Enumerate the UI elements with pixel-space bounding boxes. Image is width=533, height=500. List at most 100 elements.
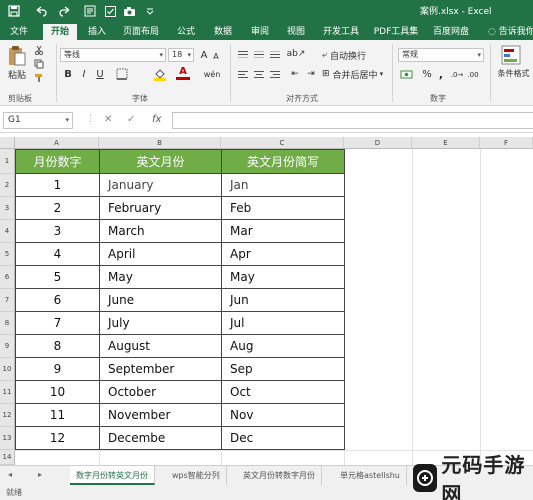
- cell-english-month[interactable]: April: [99, 242, 222, 266]
- paste-icon[interactable]: [6, 44, 28, 68]
- cell-month-number[interactable]: 1: [15, 173, 100, 197]
- cell-month-number[interactable]: 9: [15, 357, 100, 381]
- tell-me-search[interactable]: ◌ 告诉我你: [488, 24, 533, 40]
- align-top-icon[interactable]: [236, 48, 250, 60]
- align-right-icon[interactable]: [268, 68, 282, 80]
- underline-button[interactable]: U: [94, 67, 106, 81]
- align-left-icon[interactable]: [236, 68, 250, 80]
- row-header[interactable]: 4: [0, 220, 15, 243]
- cell-english-abbr[interactable]: Apr: [221, 242, 345, 266]
- camera-icon[interactable]: [121, 3, 137, 19]
- cell-english-abbr[interactable]: Aug: [221, 334, 345, 358]
- fill-color-icon[interactable]: [152, 67, 168, 81]
- row-header[interactable]: 2: [0, 174, 15, 197]
- row-header[interactable]: 9: [0, 335, 15, 358]
- cell-english-abbr[interactable]: Feb: [221, 196, 345, 220]
- tab-page-layout[interactable]: 页面布局: [118, 24, 164, 40]
- cell-english-month[interactable]: November: [99, 403, 222, 427]
- sheet-tab-wps-split[interactable]: wps智能分列: [166, 466, 227, 485]
- row-header[interactable]: 3: [0, 197, 15, 220]
- column-header-f[interactable]: F: [480, 137, 533, 149]
- cell-month-number[interactable]: 12: [15, 426, 100, 450]
- cell-english-abbr[interactable]: Jan: [221, 173, 345, 197]
- row-header[interactable]: 14: [0, 450, 15, 465]
- borders-icon[interactable]: [114, 67, 130, 81]
- format-painter-icon[interactable]: [32, 72, 46, 84]
- header-cell-month-number[interactable]: 月份数字: [15, 149, 100, 174]
- select-all-corner[interactable]: [0, 137, 15, 149]
- conditional-format-button[interactable]: 条件格式: [494, 67, 533, 79]
- form-icon[interactable]: [82, 3, 98, 19]
- wrap-text-button[interactable]: ⤶ 自动换行: [322, 48, 378, 62]
- insert-function-button[interactable]: fx: [152, 114, 161, 125]
- cell-english-abbr[interactable]: Sep: [221, 357, 345, 381]
- font-name-select[interactable]: 等线 ▾: [60, 48, 166, 62]
- cell-english-month[interactable]: July: [99, 311, 222, 335]
- cell-month-number[interactable]: 2: [15, 196, 100, 220]
- scroll-right-icon[interactable]: ▸: [38, 470, 42, 479]
- cell-month-number[interactable]: 11: [15, 403, 100, 427]
- font-size-select[interactable]: 18 ▾: [168, 48, 194, 62]
- phonetic-icon[interactable]: wén: [204, 67, 221, 81]
- tab-data[interactable]: 数据: [208, 24, 238, 40]
- customize-qat-icon[interactable]: [144, 3, 156, 19]
- cell-english-abbr[interactable]: May: [221, 265, 345, 289]
- column-header-d[interactable]: D: [344, 137, 412, 149]
- cell-english-abbr[interactable]: Oct: [221, 380, 345, 404]
- increase-indent-icon[interactable]: ⇥: [304, 68, 318, 80]
- cell-english-month[interactable]: Decembe: [99, 426, 222, 450]
- comma-button[interactable]: ,: [436, 68, 446, 81]
- cell-english-month[interactable]: September: [99, 357, 222, 381]
- copy-icon[interactable]: [32, 58, 46, 70]
- cell-english-month[interactable]: June: [99, 288, 222, 312]
- tab-insert[interactable]: 插入: [82, 24, 112, 40]
- grow-font-icon[interactable]: A: [198, 48, 210, 62]
- redo-icon[interactable]: [56, 3, 74, 19]
- cell-month-number[interactable]: 8: [15, 334, 100, 358]
- orientation-icon[interactable]: ab↗: [287, 47, 306, 61]
- cell-month-number[interactable]: 4: [15, 242, 100, 266]
- scroll-left-icon[interactable]: ◂: [8, 470, 12, 479]
- tab-view[interactable]: 视图: [281, 24, 311, 40]
- font-color-button[interactable]: A: [176, 66, 190, 80]
- sheet-tab-english-to-number[interactable]: 英文月份转数字月份: [237, 466, 322, 485]
- tab-review[interactable]: 审阅: [245, 24, 275, 40]
- cell-month-number[interactable]: 10: [15, 380, 100, 404]
- header-cell-english-month[interactable]: 英文月份: [99, 149, 222, 174]
- header-cell-english-abbr[interactable]: 英文月份简写: [221, 149, 345, 174]
- name-box[interactable]: G1 ▾: [3, 112, 73, 129]
- align-middle-icon[interactable]: [252, 48, 266, 60]
- undo-icon[interactable]: [30, 3, 52, 19]
- cell-month-number[interactable]: 3: [15, 219, 100, 243]
- sheet-tab-cell-format[interactable]: 单元格astellshu: [334, 466, 407, 485]
- tab-formulas[interactable]: 公式: [172, 24, 200, 40]
- column-header-a[interactable]: A: [15, 137, 99, 149]
- decrease-indent-icon[interactable]: ⇤: [288, 68, 302, 80]
- paste-button[interactable]: 粘贴: [6, 68, 28, 81]
- enter-icon[interactable]: ✓: [127, 114, 135, 125]
- number-format-select[interactable]: 常规 ▾: [398, 48, 484, 62]
- cell-english-month[interactable]: January: [99, 173, 222, 197]
- tab-baidu-netdisk[interactable]: 百度网盘: [428, 24, 474, 40]
- shrink-font-icon[interactable]: A: [210, 49, 222, 63]
- row-header[interactable]: 7: [0, 289, 15, 312]
- percent-button[interactable]: %: [420, 68, 434, 81]
- cell-english-abbr[interactable]: Nov: [221, 403, 345, 427]
- cell-month-number[interactable]: 5: [15, 265, 100, 289]
- row-header[interactable]: 13: [0, 427, 15, 450]
- cell-english-month[interactable]: October: [99, 380, 222, 404]
- align-bottom-icon[interactable]: [268, 48, 282, 60]
- cell-english-abbr[interactable]: Dec: [221, 426, 345, 450]
- italic-button[interactable]: I: [78, 67, 90, 81]
- tab-pdf-tools[interactable]: PDF工具集: [371, 24, 421, 40]
- check-icon[interactable]: [103, 3, 117, 19]
- cut-icon[interactable]: [32, 44, 46, 56]
- increase-decimal-icon[interactable]: .0→: [450, 68, 464, 81]
- cell-english-abbr[interactable]: Jun: [221, 288, 345, 312]
- cell-english-month[interactable]: May: [99, 265, 222, 289]
- tab-developer[interactable]: 开发工具: [318, 24, 364, 40]
- row-header[interactable]: 1: [0, 149, 15, 174]
- cell-english-month[interactable]: August: [99, 334, 222, 358]
- tab-home[interactable]: 开始: [43, 24, 77, 40]
- column-header-c[interactable]: C: [221, 137, 344, 149]
